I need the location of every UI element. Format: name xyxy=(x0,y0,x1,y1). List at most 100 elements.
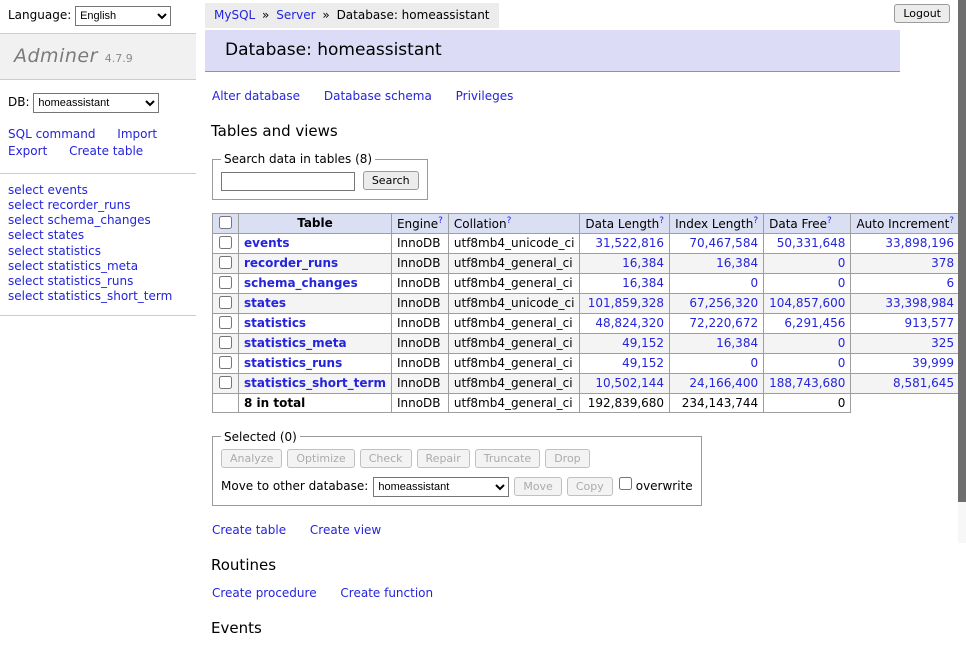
drop-button[interactable]: Drop xyxy=(545,449,589,468)
column-help-link[interactable]: ? xyxy=(827,216,832,226)
data-free-cell: 0 xyxy=(764,353,851,373)
table-name-link[interactable]: statistics_meta xyxy=(244,336,347,350)
tables-overview-table: TableEngine?Collation?Data Length?Index … xyxy=(212,213,966,413)
check-button[interactable]: Check xyxy=(360,449,412,468)
analyze-button[interactable]: Analyze xyxy=(221,449,282,468)
sidebar-select-link[interactable]: select statistics_meta xyxy=(8,259,188,274)
sidebar-select-link[interactable]: select recorder_runs xyxy=(8,198,188,213)
app-version: 4.7.9 xyxy=(105,52,133,65)
sidebar-link-create-table[interactable]: Create table xyxy=(69,144,143,158)
search-fieldset: Search data in tables (8) Search xyxy=(212,152,428,200)
table-row: statistics_runsInnoDButf8mb4_general_ci4… xyxy=(213,353,966,373)
app-title[interactable]: Adminer xyxy=(14,45,98,67)
truncate-button[interactable]: Truncate xyxy=(475,449,540,468)
sidebar-link-import[interactable]: Import xyxy=(117,127,157,141)
table-header-row: TableEngine?Collation?Data Length?Index … xyxy=(213,213,966,233)
index-length-cell: 0 xyxy=(670,273,764,293)
repair-button[interactable]: Repair xyxy=(417,449,470,468)
language-bar: Language: English xyxy=(0,0,196,34)
search-button[interactable]: Search xyxy=(363,171,419,190)
table-name-cell: schema_changes xyxy=(239,273,392,293)
total-row: 8 in totalInnoDButf8mb4_general_ci192,83… xyxy=(213,393,966,412)
data-length-cell: 101,859,328 xyxy=(580,293,670,313)
auto-increment-cell: 39,999 xyxy=(851,353,960,373)
create-procedure-link[interactable]: Create procedure xyxy=(212,586,317,600)
auto-increment-cell: 6 xyxy=(851,273,960,293)
table-name-link[interactable]: schema_changes xyxy=(244,276,358,290)
move-db-select[interactable]: homeassistant xyxy=(373,477,509,497)
overwrite-checkbox[interactable] xyxy=(619,477,632,490)
total-label-cell: 8 in total xyxy=(239,393,392,412)
copy-button[interactable]: Copy xyxy=(567,477,613,496)
column-help-link[interactable]: ? xyxy=(659,216,664,226)
optimize-button[interactable]: Optimize xyxy=(287,449,354,468)
sidebar-select-link[interactable]: select statistics xyxy=(8,244,188,259)
language-select[interactable]: English xyxy=(75,6,171,26)
column-help-link[interactable]: ? xyxy=(949,216,954,226)
create-view-link[interactable]: Create view xyxy=(310,523,381,537)
database-schema-link[interactable]: Database schema xyxy=(324,89,432,103)
sidebar-select-link[interactable]: select statistics_runs xyxy=(8,274,188,289)
row-checkbox[interactable] xyxy=(219,336,232,349)
collation-cell: utf8mb4_unicode_ci xyxy=(448,233,580,253)
column-help-link[interactable]: ? xyxy=(438,216,443,226)
create-links: Create table Create view xyxy=(212,523,905,537)
row-checkbox[interactable] xyxy=(219,296,232,309)
vertical-scrollbar[interactable] xyxy=(958,0,966,543)
table-name-link[interactable]: statistics xyxy=(244,316,306,330)
table-name-link[interactable]: recorder_runs xyxy=(244,256,338,270)
row-checkbox[interactable] xyxy=(219,256,232,269)
create-function-link[interactable]: Create function xyxy=(340,586,433,600)
data-length-cell: 49,152 xyxy=(580,353,670,373)
auto-increment-cell: 325 xyxy=(851,333,960,353)
table-name-link[interactable]: states xyxy=(244,296,286,310)
data-length-cell: 48,824,320 xyxy=(580,313,670,333)
sidebar-select-link[interactable]: select statistics_short_term xyxy=(8,289,188,304)
table-name-link[interactable]: statistics_runs xyxy=(244,356,342,370)
overwrite-label[interactable]: overwrite xyxy=(636,479,693,493)
search-input[interactable] xyxy=(221,172,355,191)
row-checkbox[interactable] xyxy=(219,316,232,329)
table-row: recorder_runsInnoDButf8mb4_general_ci16,… xyxy=(213,253,966,273)
auto-increment-cell: 913,577 xyxy=(851,313,960,333)
table-footer: 8 in totalInnoDButf8mb4_general_ci192,83… xyxy=(213,393,966,412)
data-free-cell: 50,331,648 xyxy=(764,233,851,253)
alter-database-link[interactable]: Alter database xyxy=(212,89,300,103)
sidebar-select-link[interactable]: select schema_changes xyxy=(8,213,188,228)
main-content: Database: homeassistant Alter database D… xyxy=(205,0,905,649)
create-table-link[interactable]: Create table xyxy=(212,523,286,537)
collation-cell: utf8mb4_general_ci xyxy=(448,313,580,333)
table-name-link[interactable]: events xyxy=(244,236,290,250)
move-button[interactable]: Move xyxy=(514,477,562,496)
index-length-cell: 70,467,584 xyxy=(670,233,764,253)
db-select[interactable]: homeassistant xyxy=(33,93,159,113)
scrollbar-thumb[interactable] xyxy=(958,0,966,502)
column-header-auto-increment: Auto Increment? xyxy=(851,213,960,233)
table-name-link[interactable]: statistics_short_term xyxy=(244,376,386,390)
sidebar-select-link[interactable]: select states xyxy=(8,228,188,243)
sidebar-link-export[interactable]: Export xyxy=(8,144,47,158)
total-blank-cell xyxy=(851,393,966,412)
data-length-cell: 10,502,144 xyxy=(580,373,670,393)
table-links: select eventsselect recorder_runsselect … xyxy=(0,174,196,316)
table-name-cell: recorder_runs xyxy=(239,253,392,273)
index-length-cell: 24,166,400 xyxy=(670,373,764,393)
sidebar-select-link[interactable]: select events xyxy=(8,183,188,198)
row-checkbox[interactable] xyxy=(219,356,232,369)
sidebar: Language: English Adminer 4.7.9 DB: home… xyxy=(0,0,196,316)
column-help-link[interactable]: ? xyxy=(507,216,512,226)
total-collation-cell: utf8mb4_general_ci xyxy=(448,393,580,412)
row-checkbox[interactable] xyxy=(219,276,232,289)
row-checkbox[interactable] xyxy=(219,376,232,389)
db-label: DB: xyxy=(8,95,30,109)
language-label: Language: xyxy=(8,8,71,22)
row-checkbox[interactable] xyxy=(219,236,232,249)
collation-cell: utf8mb4_general_ci xyxy=(448,373,580,393)
select-all-checkbox[interactable] xyxy=(219,216,232,229)
sidebar-link-sql-command[interactable]: SQL command xyxy=(8,127,95,141)
move-label: Move to other database: xyxy=(221,479,368,493)
privileges-link[interactable]: Privileges xyxy=(456,89,514,103)
column-help-link[interactable]: ? xyxy=(753,216,758,226)
data-free-cell: 6,291,456 xyxy=(764,313,851,333)
row-checkbox-cell xyxy=(213,333,239,353)
